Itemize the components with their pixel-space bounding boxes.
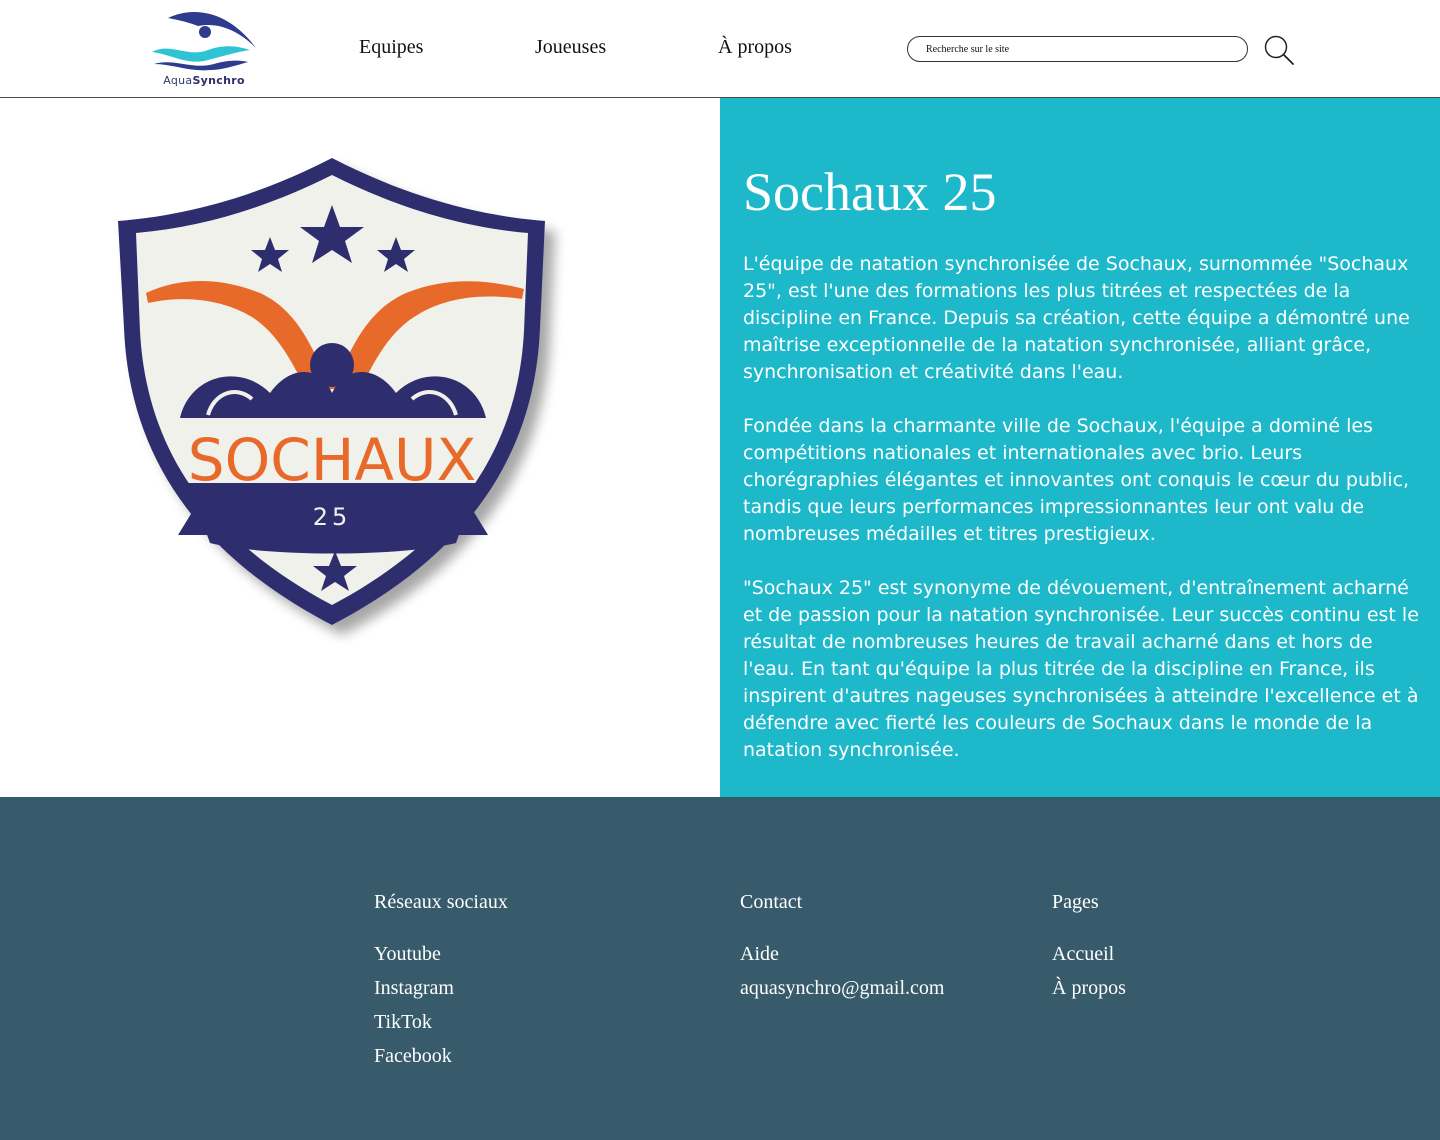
site-header: AquaSynchro Equipes Joueuses À propos xyxy=(0,0,1440,98)
footer-link-tiktok[interactable]: TikTok xyxy=(374,1005,508,1039)
site-footer: Réseaux sociaux Youtube Instagram TikTok… xyxy=(0,797,1440,1140)
search-button[interactable] xyxy=(1262,33,1296,67)
footer-link-facebook[interactable]: Facebook xyxy=(374,1039,508,1073)
footer-pages-title: Pages xyxy=(1052,891,1099,913)
team-crest-panel: SOCHAUX 25 xyxy=(0,98,720,797)
nav-equipes[interactable]: Equipes xyxy=(359,36,423,59)
logo-wordmark: AquaSynchro xyxy=(163,74,245,87)
footer-link-youtube[interactable]: Youtube xyxy=(374,937,508,971)
description-paragraph: L'équipe de natation synchronisée de Soc… xyxy=(743,253,1410,383)
footer-social-title: Réseaux sociaux xyxy=(374,891,508,913)
footer-pages-column: Pages Accueil À propos xyxy=(1052,889,1126,1005)
footer-contact-column: Contact Aide aquasynchro@gmail.com xyxy=(740,889,944,1005)
footer-link-a-propos[interactable]: À propos xyxy=(1052,971,1126,1005)
footer-contact-title: Contact xyxy=(740,891,803,913)
footer-social-column: Réseaux sociaux Youtube Instagram TikTok… xyxy=(374,889,508,1073)
team-description: L'équipe de natation synchronisée de Soc… xyxy=(743,251,1423,791)
footer-link-aide[interactable]: Aide xyxy=(740,937,944,971)
footer-link-email[interactable]: aquasynchro@gmail.com xyxy=(740,971,944,1005)
description-paragraph: Fondée dans la charmante ville de Sochau… xyxy=(743,415,1410,545)
page-title: Sochaux 25 xyxy=(743,162,997,222)
logo-swimmer-icon xyxy=(152,11,256,71)
footer-link-instagram[interactable]: Instagram xyxy=(374,971,508,1005)
svg-text:25: 25 xyxy=(313,503,352,531)
footer-link-accueil[interactable]: Accueil xyxy=(1052,937,1126,971)
nav-joueuses[interactable]: Joueuses xyxy=(535,36,606,59)
team-info-panel: Sochaux 25 L'équipe de natation synchron… xyxy=(720,98,1440,797)
description-paragraph: "Sochaux 25" est synonyme de dévouement,… xyxy=(743,577,1419,761)
nav-a-propos[interactable]: À propos xyxy=(718,36,792,59)
site-logo[interactable]: AquaSynchro xyxy=(148,8,260,90)
search-input[interactable] xyxy=(907,36,1248,62)
search-icon xyxy=(1264,35,1294,65)
team-crest-image: SOCHAUX 25 xyxy=(118,158,545,625)
